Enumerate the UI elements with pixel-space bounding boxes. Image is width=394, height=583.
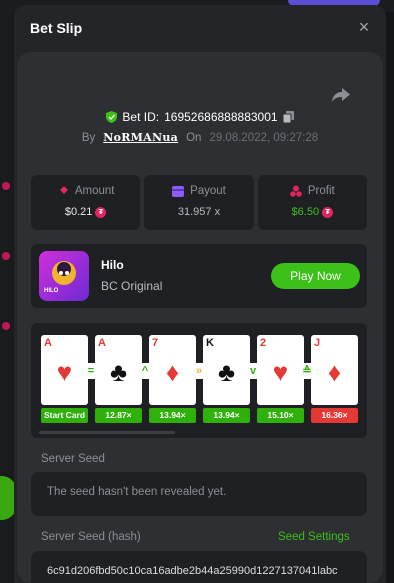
card-rank: J: [314, 337, 321, 349]
server-seed-label: Server Seed: [41, 453, 105, 465]
server-seed-hash-value: 6c91d206fbd50c10ca16adbe2b44a25990d12271…: [47, 565, 338, 577]
amount-value: $0.21: [64, 206, 93, 218]
game-name: Hilo: [101, 258, 124, 272]
card-rank: 7: [152, 337, 159, 349]
card-rank: K: [206, 337, 214, 349]
profit-stat: Profit $6.50 ₮: [257, 175, 367, 230]
card: A ♥: [41, 335, 88, 405]
game-icon-text: HILO: [44, 288, 59, 294]
card: 7 ♦: [149, 335, 196, 405]
card-suit: ♣: [217, 357, 236, 387]
server-seed-field: The seed hasn't been revealed yet.: [31, 472, 367, 516]
skip-icon: »: [191, 363, 207, 379]
server-seed-value: The seed hasn't been revealed yet.: [47, 486, 227, 498]
guess-higher-icon: ^: [137, 363, 153, 379]
card-suit: ♥: [56, 357, 73, 387]
guess-lower-icon: v: [245, 363, 261, 379]
game-provider: BC Original: [101, 279, 163, 293]
card-multiplier: 13.94×: [203, 408, 250, 423]
bet-slip-modal: Bet Slip × Bet ID: 16952686888883001 By …: [14, 5, 386, 583]
card-suit: ♦: [327, 357, 342, 387]
cards-history: A ♥ A ♣ 7 ♦ K ♣ 2 ♥ J ♦ = ^ » v ≙ Start …: [31, 323, 367, 438]
profit-value: $6.50: [291, 206, 320, 218]
bet-id-row: Bet ID: 16952686888883001: [14, 110, 386, 124]
coin-icon: ₮: [322, 206, 334, 218]
payout-value: 31.957 x: [177, 206, 221, 218]
card-suit: ♥: [272, 357, 289, 387]
profit-label: Profit: [307, 185, 335, 197]
card-suit: ♦: [165, 357, 180, 387]
card: A ♣: [95, 335, 142, 405]
cards-scrollbar[interactable]: [39, 431, 175, 434]
hilo-game-icon: HILO: [39, 251, 89, 301]
modal-header: Bet Slip ×: [14, 5, 386, 51]
card-rank: 2: [260, 337, 267, 349]
shield-check-icon: [106, 111, 118, 123]
bet-id-value: 16952686888883001: [164, 110, 278, 124]
sidebar-dot: [2, 322, 10, 330]
card-multiplier: Start Card: [41, 408, 88, 423]
amount-label: Amount: [74, 185, 115, 197]
coin-icon: ₮: [95, 206, 107, 218]
on-label: On: [186, 131, 202, 144]
payout-label: Payout: [190, 185, 226, 197]
card: J ♦: [311, 335, 358, 405]
share-icon[interactable]: [331, 87, 351, 103]
bet-date: 29.08.2022, 09:27:28: [209, 131, 319, 144]
card-multiplier: 12.87×: [95, 408, 142, 423]
card-rank: A: [44, 337, 52, 349]
server-seed-hash-field[interactable]: 6c91d206fbd50c10ca16adbe2b44a25990d12271…: [31, 551, 367, 583]
card: K ♣: [203, 335, 250, 405]
bet-id-label: Bet ID:: [122, 110, 160, 124]
play-now-button[interactable]: Play Now: [271, 263, 360, 289]
card-suit: ♣: [109, 357, 128, 387]
sidebar-dot: [2, 252, 10, 260]
payout-stat: Payout 31.957 x: [144, 175, 254, 230]
bet-stats: Amount $0.21 ₮ Payout 31.957 x Profit $6…: [31, 175, 367, 230]
payout-icon: [172, 185, 185, 197]
username-link[interactable]: NoRMANua: [103, 131, 178, 144]
bet-author-row: By NoRMANua On 29.08.2022, 09:27:28: [14, 131, 386, 144]
card-rank: A: [98, 337, 106, 349]
copy-icon[interactable]: [282, 111, 294, 123]
modal-title: Bet Slip: [30, 20, 83, 36]
card: 2 ♥: [257, 335, 304, 405]
server-seed-hash-label: Server Seed (hash): [41, 531, 141, 543]
by-label: By: [81, 131, 96, 144]
card-multiplier: 13.94×: [149, 408, 196, 423]
close-icon[interactable]: ×: [354, 17, 374, 37]
guess-higher-equal-icon: ≙: [299, 363, 315, 379]
game-card: HILO Hilo BC Original Play Now: [31, 244, 367, 308]
card-multiplier: 16.36×: [311, 408, 358, 423]
sidebar-dot: [2, 182, 10, 190]
profit-icon: [290, 185, 302, 197]
card-multiplier: 15.10×: [257, 408, 304, 423]
amount-icon: [57, 186, 68, 196]
seed-settings-link[interactable]: Seed Settings: [278, 531, 350, 543]
amount-stat: Amount $0.21 ₮: [31, 175, 141, 230]
guess-equal-icon: =: [83, 363, 99, 379]
